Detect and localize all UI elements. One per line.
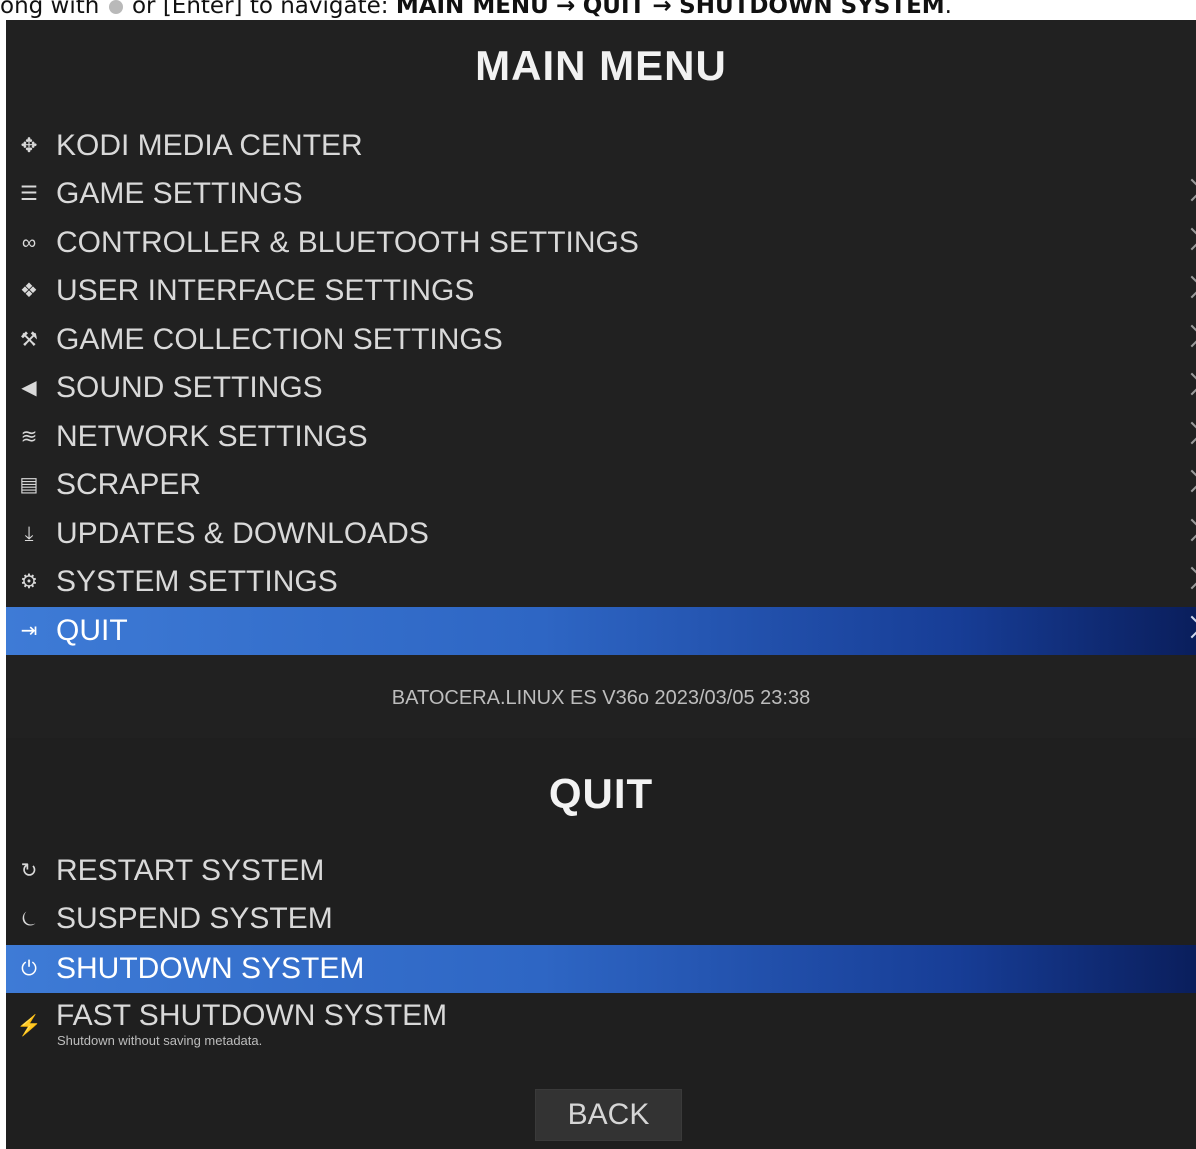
quit-menu-panel: QUIT ↻ RESTART SYSTEM ⏾ SUSPEND SYSTEM ⏻… bbox=[6, 738, 1196, 1149]
power-icon: ⏻ bbox=[21, 958, 37, 980]
menu-item-system-settings[interactable]: ⚙ SYSTEM SETTINGS bbox=[6, 558, 1196, 606]
quit-item-label: SUSPEND SYSTEM bbox=[56, 902, 333, 935]
quit-item-label: RESTART SYSTEM bbox=[56, 854, 325, 887]
sliders-icon: ☰ bbox=[20, 183, 38, 205]
menu-item-label: USER INTERFACE SETTINGS bbox=[56, 274, 475, 307]
instruction-caption: ong with or [Enter] to navigate: MAIN ME… bbox=[0, 0, 1196, 19]
quit-item-label: FAST SHUTDOWN SYSTEM bbox=[56, 999, 448, 1032]
caption-path-main: MAIN MENU bbox=[395, 0, 549, 19]
caption-suffix: . bbox=[944, 0, 952, 19]
menu-item-game-settings[interactable]: ☰ GAME SETTINGS bbox=[6, 170, 1196, 218]
caption-path-shutdown: SHUTDOWN SYSTEM bbox=[679, 0, 945, 19]
quit-item-shutdown[interactable]: ⏻ SHUTDOWN SYSTEM bbox=[6, 945, 1196, 993]
menu-item-game-collection[interactable]: ⚒ GAME COLLECTION SETTINGS bbox=[6, 316, 1196, 364]
chevron-right-icon bbox=[1180, 469, 1196, 493]
menu-item-user-interface[interactable]: ❖ USER INTERFACE SETTINGS bbox=[6, 267, 1196, 315]
caption-middle: or [Enter] to navigate: bbox=[131, 0, 389, 19]
menu-item-controller-bluetooth[interactable]: ∞ CONTROLLER & BLUETOOTH SETTINGS bbox=[6, 219, 1196, 267]
caption-prefix: ong with bbox=[0, 0, 100, 19]
fast-power-icon: ⚡ bbox=[16, 1015, 42, 1037]
chevron-right-icon bbox=[1180, 421, 1196, 445]
menu-item-sound[interactable]: ◀ SOUND SETTINGS bbox=[6, 364, 1196, 412]
menu-item-label: NETWORK SETTINGS bbox=[56, 420, 368, 453]
menu-item-kodi[interactable]: ✥ KODI MEDIA CENTER bbox=[6, 122, 1196, 170]
menu-item-label: KODI MEDIA CENTER bbox=[56, 129, 363, 162]
menu-item-label: GAME COLLECTION SETTINGS bbox=[56, 323, 503, 356]
menu-item-updates-downloads[interactable]: ⤓ UPDATES & DOWNLOADS bbox=[6, 510, 1196, 558]
chevron-right-icon bbox=[1180, 178, 1196, 202]
ui-settings-icon: ❖ bbox=[20, 280, 38, 302]
menu-item-label: QUIT bbox=[56, 614, 128, 647]
restart-icon: ↻ bbox=[20, 860, 38, 882]
wrench-icon: ⚒ bbox=[20, 329, 38, 351]
caption-arrow-2: → bbox=[652, 0, 672, 19]
menu-item-label: GAME SETTINGS bbox=[56, 177, 303, 210]
version-label: BATOCERA.LINUX ES V36o 2023/03/05 23:38 bbox=[391, 687, 811, 709]
wifi-icon: ≋ bbox=[20, 426, 38, 448]
scraper-icon: ▤ bbox=[19, 474, 39, 496]
chevron-right-icon bbox=[1180, 372, 1196, 396]
speaker-icon: ◀ bbox=[21, 377, 37, 399]
download-icon: ⤓ bbox=[24, 523, 34, 545]
menu-item-label: SYSTEM SETTINGS bbox=[56, 565, 338, 598]
quit-item-suspend[interactable]: ⏾ SUSPEND SYSTEM bbox=[6, 895, 1196, 943]
gears-icon: ⚙ bbox=[20, 571, 38, 593]
main-menu-panel: MAIN MENU ✥ KODI MEDIA CENTER ☰ GAME SET… bbox=[6, 20, 1196, 738]
suspend-icon: ⏾ bbox=[21, 908, 37, 930]
menu-item-label: SOUND SETTINGS bbox=[56, 371, 323, 404]
controller-button-icon bbox=[108, 0, 123, 14]
quit-item-fast-shutdown[interactable]: ⚡ FAST SHUTDOWN SYSTEM Shutdown without … bbox=[6, 993, 1196, 1061]
chevron-right-icon bbox=[1180, 566, 1196, 590]
kodi-icon: ✥ bbox=[20, 135, 38, 157]
chevron-right-icon bbox=[1180, 518, 1196, 542]
gamepad-icon: ∞ bbox=[21, 232, 37, 254]
chevron-right-icon bbox=[1180, 615, 1196, 639]
chevron-right-icon bbox=[1180, 275, 1196, 299]
chevron-right-icon bbox=[1180, 324, 1196, 348]
chevron-right-icon bbox=[1180, 227, 1196, 251]
quit-item-sublabel: Shutdown without saving metadata. bbox=[57, 1033, 263, 1048]
back-button[interactable]: BACK bbox=[535, 1089, 682, 1141]
menu-item-scraper[interactable]: ▤ SCRAPER bbox=[6, 461, 1196, 509]
quit-item-label: SHUTDOWN SYSTEM bbox=[56, 952, 365, 985]
quit-item-restart[interactable]: ↻ RESTART SYSTEM bbox=[6, 847, 1196, 895]
caption-arrow-1: → bbox=[556, 0, 576, 19]
menu-item-quit[interactable]: ⇥ QUIT bbox=[6, 607, 1196, 655]
menu-item-network[interactable]: ≋ NETWORK SETTINGS bbox=[6, 413, 1196, 461]
menu-item-label: CONTROLLER & BLUETOOTH SETTINGS bbox=[56, 226, 639, 259]
menu-item-label: UPDATES & DOWNLOADS bbox=[56, 517, 429, 550]
menu-item-label: SCRAPER bbox=[56, 468, 202, 501]
exit-icon: ⇥ bbox=[20, 620, 38, 642]
caption-path-quit: QUIT bbox=[582, 0, 646, 19]
main-menu-title: MAIN MENU bbox=[475, 42, 727, 89]
quit-menu-title: QUIT bbox=[548, 770, 654, 817]
